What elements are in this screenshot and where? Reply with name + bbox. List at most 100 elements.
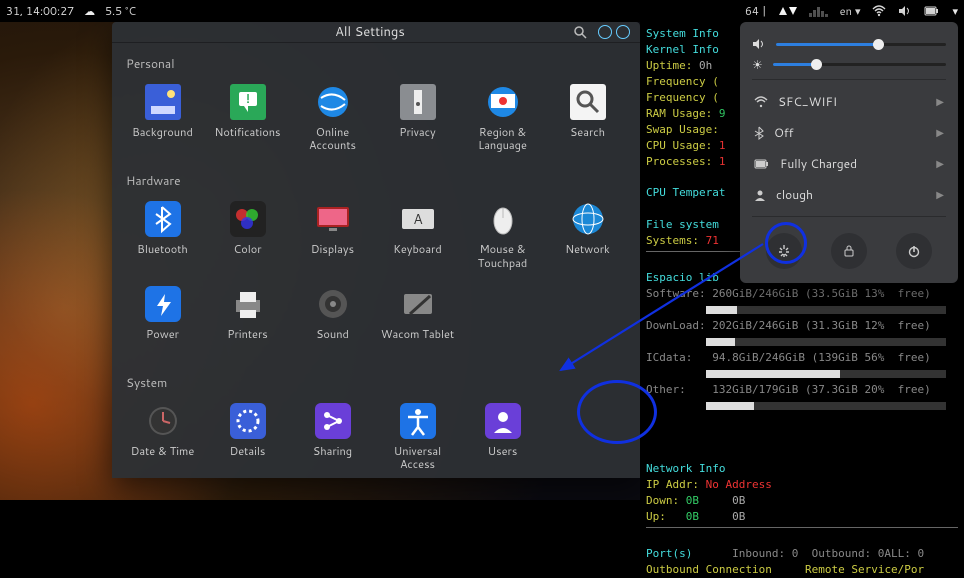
temperature: 5.5 °C: [105, 3, 136, 19]
tile-label: Keyboard: [393, 243, 442, 269]
language-indicator[interactable]: en ▾: [840, 3, 861, 19]
user-icon: [754, 189, 766, 201]
tile-label: Mouse & Touchpad: [462, 243, 543, 269]
svg-text:A: A: [413, 209, 423, 229]
tile-label: Date & Time: [131, 445, 195, 471]
sound-icon: [315, 286, 351, 322]
menu-wifi[interactable]: SFC_WIFI▶: [752, 86, 946, 117]
tile-label: Online Accounts: [292, 126, 373, 152]
wifi-icon: [754, 96, 768, 108]
tile-sound[interactable]: Sound: [290, 278, 375, 362]
tile-label: Privacy: [399, 126, 435, 152]
top-panel: 31, 14:00:27 ☁ 5.5 °C 64 | en ▾ ▾: [0, 0, 964, 22]
cpu-load-text: 64 |: [745, 3, 767, 19]
bt-icon: [754, 126, 764, 140]
tile-keyboard[interactable]: A Keyboard: [375, 193, 460, 277]
tile-label: Search: [570, 126, 605, 152]
tile-label: Color: [233, 243, 261, 269]
net-indicator-icon: [779, 7, 797, 15]
region-language-icon: [485, 84, 521, 120]
grid-personal: Background !NotificationsOnline Accounts P…: [112, 76, 640, 160]
tile-label: Sound: [316, 328, 349, 354]
tile-mouse-touchpad[interactable]: Mouse & Touchpad: [460, 193, 545, 277]
tile-sharing[interactable]: Sharing: [290, 395, 375, 479]
tile-bluetooth[interactable]: Bluetooth: [120, 193, 205, 277]
tile-background[interactable]: Background: [120, 76, 205, 160]
tile-label: Bluetooth: [137, 243, 188, 269]
tile-region-language[interactable]: Region & Language: [460, 76, 545, 160]
universal-access-icon: [400, 403, 436, 439]
volume-slider[interactable]: [776, 43, 946, 46]
chevron-right-icon: ▶: [936, 157, 944, 171]
network-icon: [570, 201, 606, 237]
search-icon: [570, 84, 606, 120]
online-accounts-icon: [315, 84, 351, 120]
tile-power[interactable]: Power: [120, 278, 205, 362]
printers-icon: [230, 286, 266, 322]
lock-button[interactable]: [831, 233, 867, 269]
settings-title: All Settings: [170, 23, 570, 41]
tile-notifications[interactable]: !Notifications: [205, 76, 290, 160]
window-close-button[interactable]: [616, 25, 630, 39]
settings-titlebar: All Settings: [112, 22, 640, 43]
sharing-icon: [315, 403, 351, 439]
bluetooth-icon: [145, 201, 181, 237]
load-graph-icon: [809, 5, 828, 17]
fs-row: Other: 132GiB/179GiB (37.3GiB 20% free): [646, 382, 958, 414]
menu-bt[interactable]: Off ▶: [752, 117, 946, 148]
mouse-touchpad-icon: [485, 201, 521, 237]
chevron-right-icon: ▶: [936, 95, 944, 109]
power-button[interactable]: [896, 233, 932, 269]
menu-bat[interactable]: Fully Charged ▶: [752, 148, 946, 179]
search-button[interactable]: [570, 22, 590, 42]
tile-date-time[interactable]: Date & Time: [120, 395, 205, 479]
tile-users[interactable]: Users: [460, 395, 545, 479]
battery-icon[interactable]: [924, 5, 940, 17]
users-icon: [485, 403, 521, 439]
volume-icon: [752, 38, 766, 50]
chevron-right-icon: ▶: [936, 126, 944, 140]
volume-icon[interactable]: [898, 5, 912, 17]
brightness-slider-row: ☀: [752, 56, 946, 73]
tile-label: Users: [488, 445, 518, 471]
tile-search[interactable]: Search: [545, 76, 630, 160]
menu-label: clough: [776, 186, 813, 203]
details-icon: [230, 403, 266, 439]
wacom-icon: [400, 286, 436, 322]
menu-label: Off: [774, 124, 794, 141]
volume-slider-row: [752, 38, 946, 50]
clock: 31, 14:00:27: [6, 3, 74, 19]
tile-label: Sharing: [313, 445, 352, 471]
tile-label: Details: [230, 445, 266, 471]
annotation-circle-settings-btn: [765, 222, 807, 264]
tile-label: Background: [132, 126, 193, 152]
tile-universal-access[interactable]: Universal Access: [375, 395, 460, 479]
tile-privacy[interactable]: Privacy: [375, 76, 460, 160]
tile-color[interactable]: Color: [205, 193, 290, 277]
tile-label: Power: [146, 328, 179, 354]
power-icon: [145, 286, 181, 322]
privacy-icon: [400, 84, 436, 120]
background-icon: [145, 84, 181, 120]
tile-displays[interactable]: Displays: [290, 193, 375, 277]
notifications-icon: !: [230, 84, 266, 120]
tile-wacom[interactable]: Wacom Tablet: [375, 278, 460, 362]
bat-icon: [754, 159, 770, 169]
tile-details[interactable]: Details: [205, 395, 290, 479]
menu-user[interactable]: clough▶: [752, 179, 946, 210]
tile-online-accounts[interactable]: Online Accounts: [290, 76, 375, 160]
wifi-icon[interactable]: [872, 5, 886, 17]
tile-printers[interactable]: Printers: [205, 278, 290, 362]
menu-label: Fully Charged: [780, 155, 857, 172]
tile-label: Wacom Tablet: [381, 328, 454, 354]
keyboard-icon: A: [400, 201, 436, 237]
annotation-arrow: [555, 240, 770, 380]
color-icon: [230, 201, 266, 237]
brightness-slider[interactable]: [773, 63, 946, 66]
window-minimize-button[interactable]: [598, 25, 612, 39]
annotation-circle-users: [577, 380, 657, 444]
date-time-icon: [145, 403, 181, 439]
grid-system: Date & Time Details Sharing Universal Acces…: [112, 395, 640, 479]
menu-arrow-icon[interactable]: ▾: [952, 3, 958, 19]
brightness-icon: ☀: [752, 56, 763, 73]
